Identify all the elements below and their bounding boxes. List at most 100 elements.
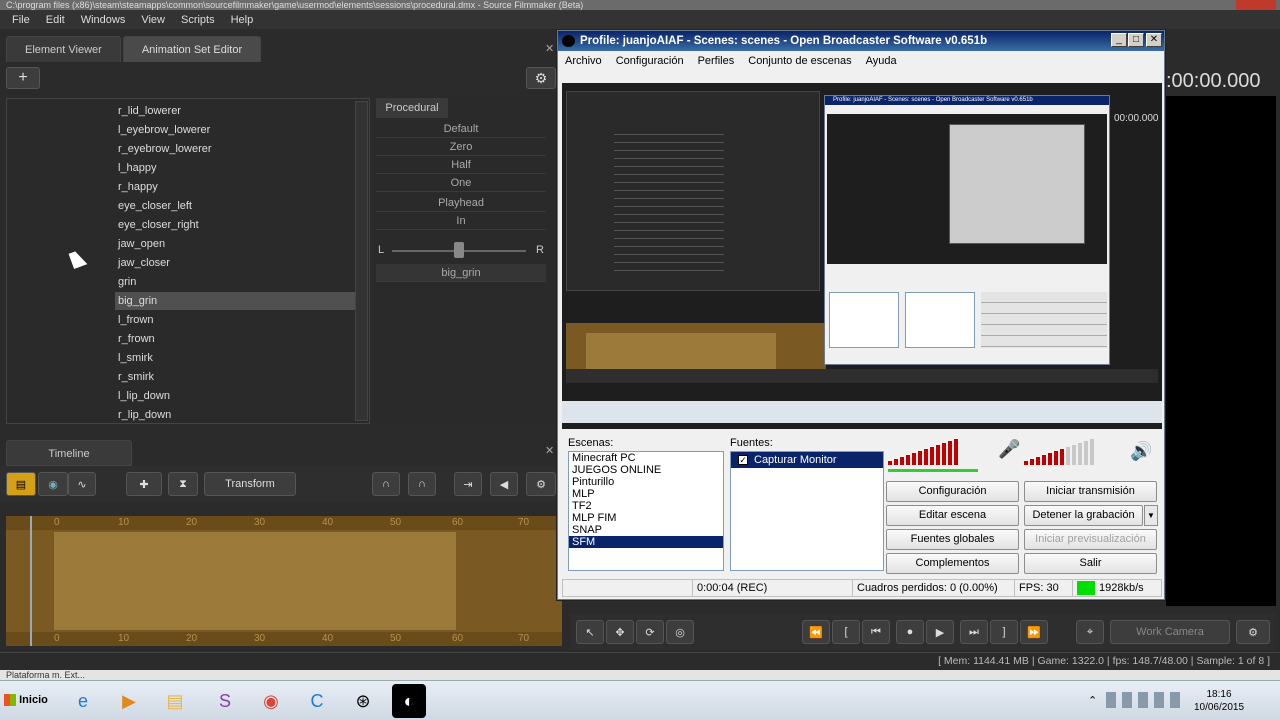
explorer-folder-icon[interactable]: ▤ [158, 684, 192, 718]
edit-scene-button[interactable]: Editar escena [886, 505, 1019, 526]
list-item[interactable]: eye_closer_right [115, 216, 355, 234]
camera-target-icon[interactable]: ⌖ [1076, 620, 1104, 644]
mic-volume-meter[interactable] [888, 439, 958, 465]
gear-icon[interactable]: ⚙ [526, 67, 556, 89]
menu-ayuda[interactable]: Ayuda [859, 55, 904, 67]
menu-perfiles[interactable]: Perfiles [691, 55, 742, 67]
obs-icon[interactable]: ◐ [392, 684, 426, 718]
playhead-marker[interactable] [30, 516, 32, 646]
window-close-button[interactable] [1236, 0, 1276, 10]
list-item-selected[interactable]: big_grin [115, 292, 355, 310]
scene-item[interactable]: MLP [569, 488, 723, 500]
camera-dropdown[interactable]: Work Camera [1110, 620, 1230, 644]
preset-default[interactable]: Default [376, 120, 546, 138]
scene-item[interactable]: SNAP [569, 524, 723, 536]
move-tool-icon[interactable]: ✥ [606, 620, 634, 644]
record-dropdown-icon[interactable]: ▼ [1144, 505, 1158, 526]
scene-item[interactable]: Pinturillo [569, 476, 723, 488]
play-icon[interactable]: ▶ [926, 620, 954, 644]
menu-file[interactable]: File [4, 14, 38, 26]
sources-list[interactable]: ✓ Capturar Monitor [730, 451, 884, 571]
list-item[interactable]: jaw_closer [115, 254, 355, 272]
browser-c-icon[interactable]: C [300, 684, 334, 718]
timeline-shot[interactable] [54, 532, 456, 630]
list-item[interactable]: jaw_open [115, 235, 355, 253]
global-sources-button[interactable]: Fuentes globales [886, 529, 1019, 550]
preset-half[interactable]: Half [376, 156, 546, 174]
audio-icon[interactable]: ◀ [490, 472, 518, 496]
preset-one[interactable]: One [376, 174, 546, 192]
list-item[interactable]: r_frown [115, 330, 355, 348]
magnet-icon[interactable]: ∩ [372, 472, 400, 496]
clip-editor-icon[interactable]: ▤ [6, 472, 36, 496]
exit-button[interactable]: Salir [1024, 553, 1157, 574]
preset-playhead[interactable]: Playhead [376, 194, 546, 212]
preset-zero[interactable]: Zero [376, 138, 546, 156]
menu-scripts[interactable]: Scripts [173, 14, 223, 26]
viewport-area[interactable] [1166, 96, 1276, 606]
menu-archivo[interactable]: Archivo [558, 55, 609, 67]
prev-frame-icon[interactable]: ⏮ [862, 620, 890, 644]
clock[interactable]: 18:16 10/06/2015 [1184, 688, 1254, 714]
panel-close-icon[interactable]: ✕ [545, 42, 554, 55]
pivot-tool-icon[interactable]: ◎ [666, 620, 694, 644]
menu-conjunto-escenas[interactable]: Conjunto de escenas [741, 55, 858, 67]
sfm-icon[interactable]: ⊛ [346, 684, 380, 718]
start-button[interactable]: Inicio [0, 682, 52, 718]
scene-item[interactable]: Minecraft PC [569, 452, 723, 464]
menu-windows[interactable]: Windows [73, 14, 134, 26]
menu-edit[interactable]: Edit [38, 14, 73, 26]
scene-item[interactable]: MLP FIM [569, 512, 723, 524]
list-item[interactable]: l_eyebrow_lowerer [115, 121, 355, 139]
config-button[interactable]: Configuración [886, 481, 1019, 502]
start-preview-button[interactable]: Iniciar previsualización [1024, 529, 1157, 550]
list-item[interactable]: l_frown [115, 311, 355, 329]
list-item[interactable]: eye_closer_left [115, 197, 355, 215]
viewport-gear-icon[interactable]: ⚙ [1236, 620, 1270, 644]
motion-editor-icon[interactable]: ◉ [38, 472, 68, 496]
speaker-icon[interactable]: 🔊 [1130, 441, 1152, 462]
goto-end-icon[interactable]: ⇥ [454, 472, 482, 496]
desktop-volume-meter[interactable] [1024, 439, 1094, 465]
record-icon[interactable]: ● [896, 620, 924, 644]
list-item[interactable]: r_happy [115, 178, 355, 196]
chrome-icon[interactable]: ◉ [254, 684, 288, 718]
list-item[interactable]: r_smirk [115, 368, 355, 386]
checkbox-icon[interactable]: ✓ [738, 455, 748, 465]
scene-item[interactable]: JUEGOS ONLINE [569, 464, 723, 476]
ie-icon[interactable]: e [66, 684, 100, 718]
list-item[interactable]: grin [115, 273, 355, 291]
lock-icon[interactable]: ∩ [408, 472, 436, 496]
list-scrollbar[interactable] [355, 101, 368, 421]
start-stream-button[interactable]: Iniciar transmisión [1024, 481, 1157, 502]
transform-dropdown[interactable]: Transform [204, 472, 296, 496]
fast-forward-icon[interactable]: ⏩ [1020, 620, 1048, 644]
list-item[interactable]: r_lid_lowerer [115, 102, 355, 120]
balance-slider-handle[interactable] [454, 242, 464, 258]
list-item[interactable]: l_smirk [115, 349, 355, 367]
list-item[interactable]: l_lip_down [115, 387, 355, 405]
preset-in[interactable]: In [376, 212, 546, 230]
scenes-list[interactable]: Minecraft PC JUEGOS ONLINE Pinturillo ML… [568, 451, 724, 571]
tab-timeline[interactable]: Timeline [6, 440, 132, 466]
tab-procedural[interactable]: Procedural [376, 98, 448, 118]
graph-editor-icon[interactable]: ∿ [68, 472, 96, 496]
scene-item-selected[interactable]: SFM [569, 536, 723, 548]
minimize-button[interactable]: _ [1111, 33, 1127, 47]
source-item[interactable]: ✓ Capturar Monitor [731, 452, 883, 468]
tray-expand-icon[interactable]: ⌃ [1088, 694, 1097, 707]
add-button[interactable]: + [6, 67, 40, 89]
stop-record-button[interactable]: Detener la grabación [1024, 505, 1143, 526]
select-tool-icon[interactable]: ↖ [576, 620, 604, 644]
timeline-gear-icon[interactable]: ⚙ [526, 472, 556, 496]
timeline-close-icon[interactable]: ✕ [545, 444, 554, 457]
list-item[interactable]: l_happy [115, 159, 355, 177]
add-key-icon[interactable]: ✚ [126, 472, 162, 496]
tab-element-viewer[interactable]: Element Viewer [6, 36, 121, 62]
mark-in-icon[interactable]: [ [832, 620, 860, 644]
app-s-icon[interactable]: S [208, 684, 242, 718]
tab-animation-set-editor[interactable]: Animation Set Editor [122, 36, 262, 62]
rotate-tool-icon[interactable]: ⟳ [636, 620, 664, 644]
menu-configuracion[interactable]: Configuración [609, 55, 691, 67]
mark-out-icon[interactable]: ] [990, 620, 1018, 644]
